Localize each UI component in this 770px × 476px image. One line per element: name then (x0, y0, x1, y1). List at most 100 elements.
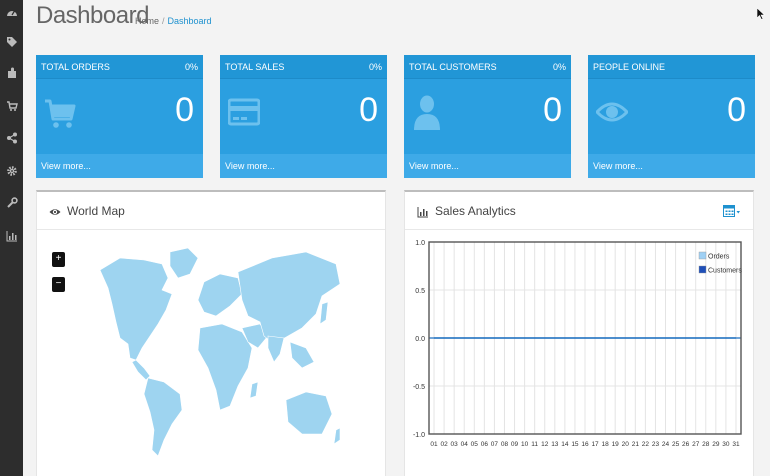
cog-icon[interactable] (0, 161, 23, 181)
map-region-north-america (99, 257, 173, 361)
x-tick-label: 25 (672, 441, 680, 448)
legend-swatch-orders (698, 251, 707, 260)
tile-header: TOTAL ORDERS 0% (36, 55, 203, 79)
tile-label: TOTAL CUSTOMERS (409, 62, 497, 72)
x-tick-label: 30 (722, 441, 730, 448)
panel-title: World Map (67, 204, 125, 218)
map-region-greenland (169, 247, 199, 279)
x-tick-label: 18 (602, 441, 610, 448)
tile-view-more-link[interactable]: View more... (588, 154, 755, 178)
x-tick-label: 31 (732, 441, 740, 448)
x-tick-label: 13 (551, 441, 559, 448)
x-tick-label: 12 (541, 441, 549, 448)
x-tick-label: 29 (712, 441, 720, 448)
map-region-africa (197, 323, 253, 411)
zoom-out-button[interactable]: − (52, 277, 65, 292)
user-icon (414, 95, 440, 130)
x-tick-label: 21 (632, 441, 640, 448)
wrench-icon[interactable] (0, 193, 23, 213)
tile-label: PEOPLE ONLINE (593, 62, 666, 72)
x-tick-label: 15 (571, 441, 579, 448)
map-region-southeast-asia (289, 341, 315, 369)
bar-chart-icon[interactable] (0, 226, 23, 246)
breadcrumb-home[interactable]: Home (135, 16, 159, 26)
tile-percent: 0% (184, 62, 198, 72)
breadcrumb-current[interactable]: Dashboard (168, 16, 212, 26)
breadcrumb: Home / Dashboard (135, 16, 212, 26)
x-tick-label: 04 (461, 441, 469, 448)
tile-body: 0 (588, 79, 755, 154)
map-region-south-america (143, 377, 183, 457)
sales-analytics-panel: Sales Analytics 1.0 0.5 0.0 -0.5 -1.0 01 02 03… (404, 190, 754, 476)
map-region-india (267, 335, 285, 363)
tile-people-online: PEOPLE ONLINE 0 View more... (588, 55, 755, 178)
sales-chart: 1.0 0.5 0.0 -0.5 -1.0 01 02 03 04 05 06 07 08 09 10 11… (413, 240, 742, 448)
tile-body: 0 (404, 79, 571, 154)
tile-total-sales: TOTAL SALES 0% 0 View more... (220, 55, 387, 178)
zoom-in-button[interactable]: + (52, 252, 65, 267)
eye-icon (596, 102, 628, 122)
map-region-new-zealand (333, 427, 341, 445)
x-tick-label: 26 (682, 441, 690, 448)
world-map[interactable] (92, 244, 342, 458)
tile-label: TOTAL ORDERS (41, 62, 110, 72)
page-title: Dashboard (36, 2, 149, 29)
bar-chart-icon (417, 207, 428, 218)
mouse-cursor-icon (756, 7, 766, 25)
y-tick-label: -0.5 (413, 384, 425, 391)
tile-total-orders: TOTAL ORDERS 0% 0 View more... (36, 55, 203, 178)
y-tick-label: 1.0 (415, 240, 425, 247)
panel-title: Sales Analytics (435, 204, 516, 218)
legend-label-orders: Orders (708, 254, 730, 261)
tile-percent: 0% (368, 62, 382, 72)
puzzle-icon[interactable] (0, 63, 23, 83)
x-tick-label: 09 (511, 441, 519, 448)
tile-percent: 0% (552, 62, 566, 72)
tile-label: TOTAL SALES (225, 62, 285, 72)
x-tick-label: 07 (491, 441, 499, 448)
tile-header: TOTAL SALES 0% (220, 55, 387, 79)
x-tick-label: 10 (521, 441, 529, 448)
y-tick-label: 0.0 (415, 336, 425, 343)
x-tick-label: 06 (481, 441, 489, 448)
map-region-central-america (131, 359, 151, 381)
world-map-panel: World Map + − (36, 190, 386, 476)
credit-card-icon (228, 98, 260, 126)
map-region-australia (285, 391, 333, 435)
x-tick-label: 24 (662, 441, 670, 448)
x-tick-label: 22 (642, 441, 650, 448)
dashboard-icon[interactable] (0, 3, 23, 23)
shopping-cart-icon[interactable] (0, 96, 23, 116)
share-icon[interactable] (0, 128, 23, 148)
tile-view-more-link[interactable]: View more... (36, 154, 203, 178)
x-tick-label: 01 (430, 441, 438, 448)
tags-icon[interactable] (0, 32, 23, 52)
y-tick-label: 0.5 (415, 288, 425, 295)
x-tick-label: 02 (440, 441, 448, 448)
panel-header: Sales Analytics (405, 192, 753, 230)
x-tick-label: 03 (451, 441, 459, 448)
shopping-cart-icon (45, 99, 76, 128)
tile-value: 0 (727, 91, 746, 129)
tile-value: 0 (359, 91, 378, 129)
x-tick-label: 28 (702, 441, 710, 448)
tile-body: 0 (220, 79, 387, 154)
tile-view-more-link[interactable]: View more... (220, 154, 387, 178)
tile-header: PEOPLE ONLINE (588, 55, 755, 79)
calendar-dropdown-button[interactable] (723, 204, 741, 218)
x-tick-label: 27 (692, 441, 700, 448)
eye-icon (49, 209, 61, 215)
x-tick-label: 16 (581, 441, 589, 448)
panel-header: World Map (37, 192, 385, 230)
tile-view-more-link[interactable]: View more... (404, 154, 571, 178)
x-tick-label: 11 (531, 441, 538, 448)
x-tick-label: 14 (561, 441, 569, 448)
x-tick-label: 17 (591, 441, 599, 448)
x-tick-label: 19 (612, 441, 620, 448)
legend-label-customers: Customers (708, 268, 742, 275)
x-tick-label: 08 (501, 441, 509, 448)
tile-value: 0 (543, 91, 562, 129)
tile-total-customers: TOTAL CUSTOMERS 0% 0 View more... (404, 55, 571, 178)
sidebar (0, 0, 23, 476)
tile-header: TOTAL CUSTOMERS 0% (404, 55, 571, 79)
